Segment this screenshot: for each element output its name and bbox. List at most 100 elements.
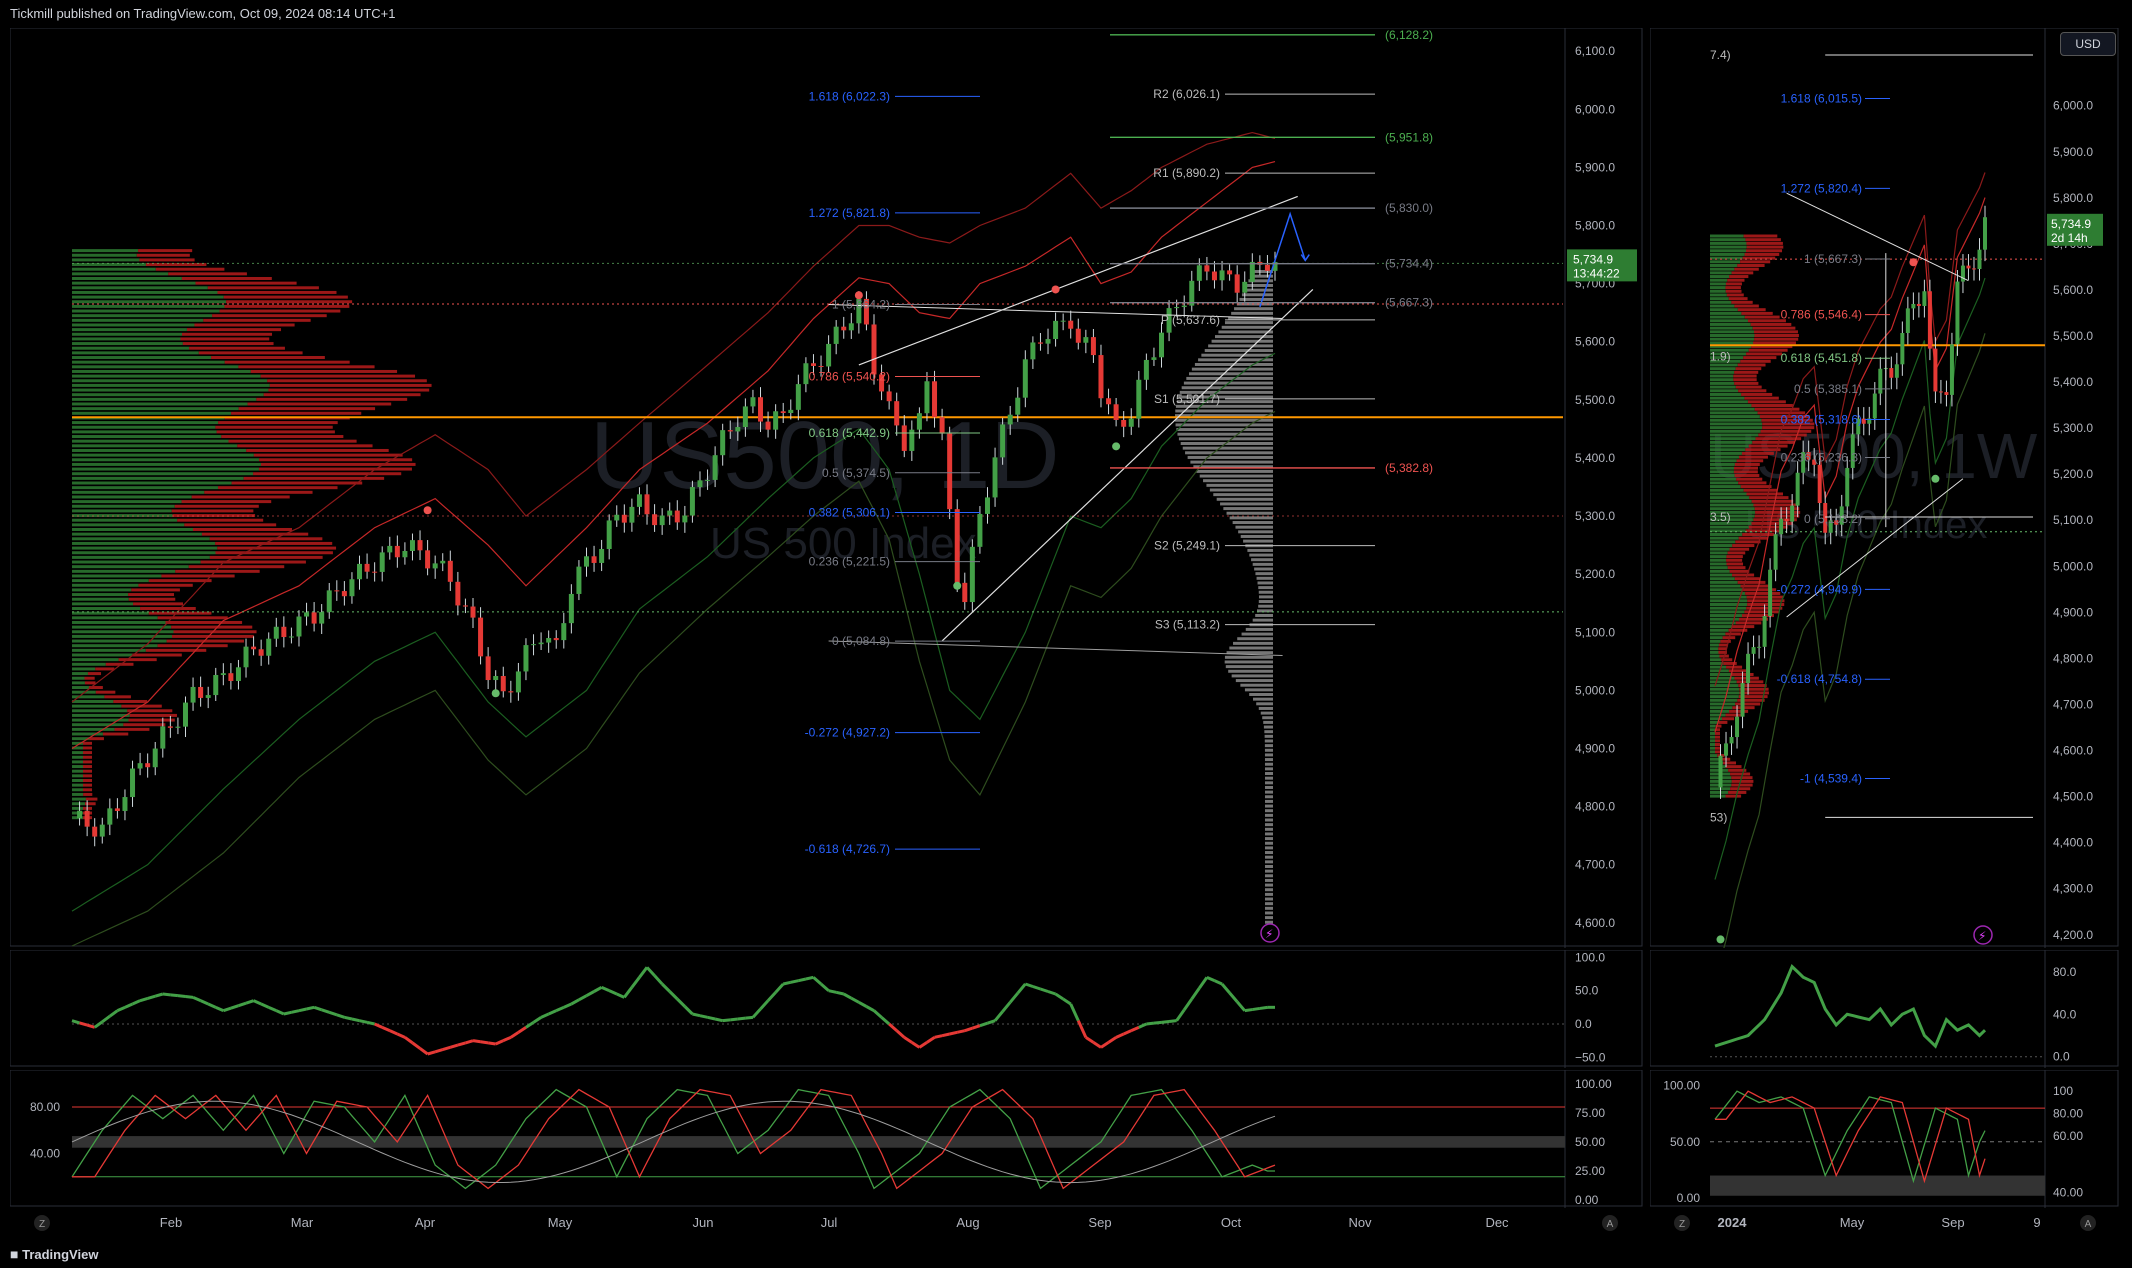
candle-body: [258, 649, 264, 656]
oscillator-segment: [139, 997, 149, 1003]
fib-level-label: -0.618 (4,754.8): [1777, 672, 1862, 686]
volume-profile-bar-up: [72, 495, 192, 499]
volume-profile-bar-down: [1732, 544, 1755, 548]
candle-body: [92, 826, 98, 837]
volume-profile-bar-down: [238, 365, 375, 369]
volume-profile-bar-down: [1737, 580, 1766, 584]
volume-profile-bar-up: [72, 565, 189, 569]
volume-profile-bar-down: [1741, 392, 1773, 396]
weekly-stochastic-pane[interactable]: 100.00 50.00 0.00 100 80.00 60.00 40.00: [1650, 1070, 2120, 1208]
oscillator-segment: [1153, 1020, 1162, 1025]
session-volume-bar: [1177, 432, 1273, 436]
time-tick: Sep: [1941, 1215, 1964, 1230]
candle-body: [1729, 737, 1734, 744]
volume-profile-bar-down: [1715, 731, 1720, 735]
oscillator-segment: [162, 992, 171, 997]
candle-body: [614, 514, 620, 521]
volume-profile-bar-up: [72, 667, 96, 671]
volume-profile-bar-up: [72, 290, 218, 294]
volume-profile-bar-down: [83, 751, 92, 755]
volume-profile-bar-down: [204, 490, 313, 494]
candle-body: [198, 686, 204, 698]
candle-body: [1136, 379, 1142, 419]
oscillator-segment: [434, 1048, 444, 1054]
volume-profile-bar-down: [1723, 761, 1737, 765]
volume-profile-bar-up: [72, 546, 218, 550]
weekly-oscillator-pane[interactable]: 80.0 40.0 0.0: [1650, 950, 2120, 1068]
session-volume-bar: [1247, 548, 1273, 552]
volume-profile-bar-up: [1710, 625, 1733, 629]
signal-dot: [953, 581, 962, 590]
candle-body: [235, 667, 241, 681]
oscillator-segment: [147, 994, 156, 1000]
volume-profile-bar-up: [1710, 389, 1739, 393]
volume-profile-bar-up: [1710, 488, 1744, 492]
candle-body: [341, 591, 347, 597]
candle-body: [758, 397, 764, 422]
volume-profile-bar-down: [1735, 385, 1762, 389]
candle-body: [409, 540, 415, 551]
currency-selector[interactable]: USD: [2060, 32, 2116, 56]
session-volume-bar: [1213, 493, 1273, 497]
daily-oscillator-pane[interactable]: 100.0 50.0 0.0 −50.0: [10, 950, 1644, 1068]
volume-profile-bar-down: [1760, 429, 1812, 433]
volume-profile-bar-up: [1710, 684, 1739, 688]
volume-profile-bar-down: [83, 788, 92, 792]
volume-profile-bar-down: [1734, 304, 1759, 308]
volume-profile-bar-up: [1710, 326, 1753, 330]
fib-level-label: 1.618 (6,015.5): [1781, 92, 1862, 106]
volume-profile-bar-down: [1726, 558, 1743, 562]
stoch-left-tick: 80.00: [30, 1100, 60, 1114]
volume-profile-bar-up: [1710, 790, 1729, 794]
volume-profile-bar-down: [1745, 448, 1781, 452]
volume-profile-bar-up: [72, 323, 195, 327]
price-tick: 5,200.0: [1575, 567, 1615, 581]
volume-profile-bar-down: [165, 620, 243, 624]
volume-profile-bar-up: [1710, 407, 1755, 411]
session-volume-bar: [1264, 785, 1273, 789]
session-volume-bar: [1265, 888, 1273, 892]
volume-profile-bar-up: [1710, 606, 1747, 610]
a-button-label: A: [2085, 1219, 2092, 1230]
daily-price-chart[interactable]: US500, 1DUS 500 Index1.618 (6,022.3)1.27…: [10, 28, 1644, 948]
session-volume-bar: [1258, 604, 1273, 608]
price-tick: 5,400.0: [2053, 375, 2093, 389]
volume-profile-bar-down: [212, 314, 327, 318]
candle-body: [1927, 291, 1932, 349]
oscillator-segment: [805, 975, 814, 981]
z-button-label: Z: [39, 1219, 45, 1230]
volume-profile-bar-up: [72, 574, 162, 578]
fib-level-label: 1.618 (6,022.3): [809, 89, 890, 103]
weekly-price-chart[interactable]: US500, 1WUS 500 Index1.618 (6,015.5)1.27…: [1650, 28, 2120, 948]
candle-body: [1174, 307, 1180, 309]
volume-profile-bar-down: [260, 462, 416, 466]
volume-profile-bar-down: [192, 527, 292, 531]
candle-body: [319, 612, 325, 624]
volume-profile-bar-down: [215, 541, 333, 545]
volume-profile-bar-down: [181, 276, 272, 280]
volume-profile-bar-up: [72, 407, 239, 411]
volume-profile-bar-down: [83, 765, 92, 769]
session-volume-bar: [1262, 716, 1273, 720]
fib-level-label: 0.786 (5,546.4): [1781, 308, 1862, 322]
volume-profile-bar-up: [1710, 433, 1759, 437]
volume-profile-bar-down: [1734, 462, 1760, 466]
price-tick: 4,700.0: [1575, 858, 1615, 872]
volume-profile-bar-up: [72, 388, 269, 392]
price-tick: 6,100.0: [1575, 44, 1615, 58]
volume-profile-bar-down: [1725, 765, 1742, 769]
tradingview-logo: ■ TradingView: [10, 1246, 98, 1262]
volume-profile-bar-down: [1745, 238, 1781, 242]
session-volume-bar: [1258, 600, 1273, 604]
daily-stochastic-pane[interactable]: 100.00 75.00 50.00 25.00 0.00 80.00 40.00: [10, 1070, 1644, 1208]
volume-profile-bar-down: [138, 249, 193, 253]
volume-profile-bar-down: [218, 421, 338, 425]
volume-profile-bar-down: [136, 253, 190, 257]
volume-profile-bar-up: [72, 676, 85, 680]
session-volume-bar: [1249, 693, 1273, 697]
candle-body: [1966, 265, 1971, 269]
volume-profile-bar-up: [1710, 540, 1736, 544]
volume-profile-bar-down: [1753, 330, 1798, 334]
stoch-left-tick: 100.00: [1663, 1079, 1700, 1093]
price-tick: 4,400.0: [2053, 836, 2093, 850]
